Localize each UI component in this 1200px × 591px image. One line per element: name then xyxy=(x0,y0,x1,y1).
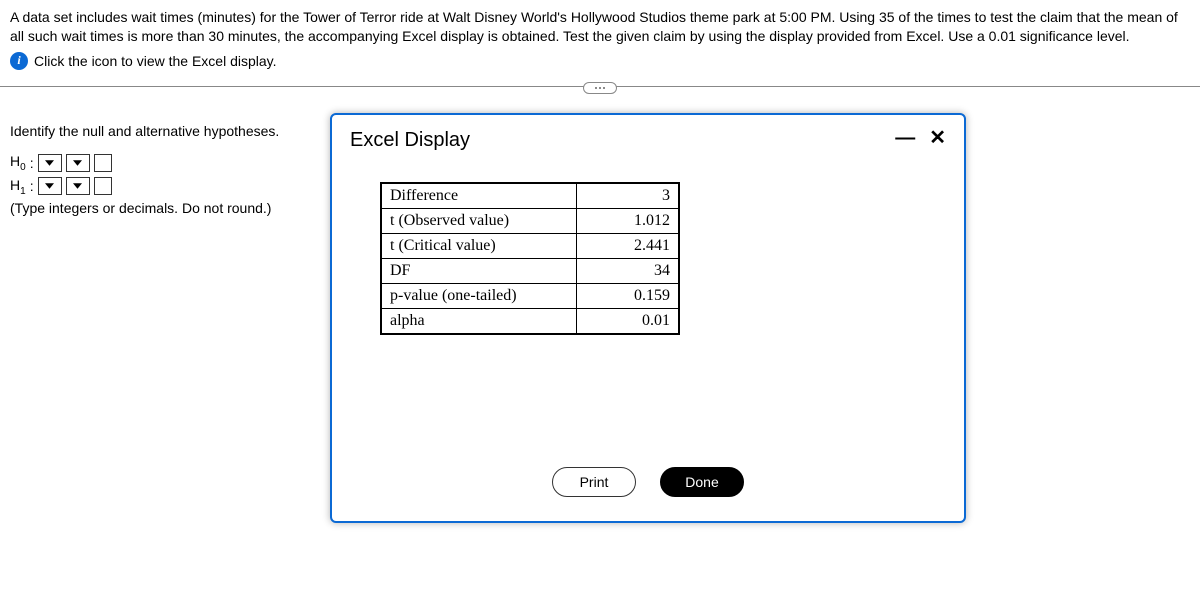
h0-colon: : xyxy=(30,155,34,171)
h0-value-input[interactable] xyxy=(94,154,112,172)
close-button[interactable]: ✕ xyxy=(929,129,946,147)
cell-label: alpha xyxy=(381,308,576,334)
cell-label: t (Critical value) xyxy=(381,233,576,258)
problem-statement: A data set includes wait times (minutes)… xyxy=(10,8,1190,46)
chevron-down-icon xyxy=(45,183,54,189)
cell-label: DF xyxy=(381,258,576,283)
h1-param-dropdown[interactable] xyxy=(38,177,62,195)
excel-display-dialog: Excel Display — ✕ Difference 3 t (Observ… xyxy=(330,113,966,523)
h0-param-dropdown[interactable] xyxy=(38,154,62,172)
cell-value: 2.441 xyxy=(576,233,679,258)
table-row: Difference 3 xyxy=(381,183,679,209)
info-icon[interactable]: i xyxy=(10,52,28,70)
cell-value: 34 xyxy=(576,258,679,283)
h0-row: H0: xyxy=(10,153,320,173)
expand-handle[interactable] xyxy=(583,82,617,94)
cell-value: 0.159 xyxy=(576,283,679,308)
cell-label: Difference xyxy=(381,183,576,209)
hypothesis-prompt: Identify the null and alternative hypoth… xyxy=(10,123,320,139)
cell-label: t (Observed value) xyxy=(381,208,576,233)
h1-value-input[interactable] xyxy=(94,177,112,195)
h1-relation-dropdown[interactable] xyxy=(66,177,90,195)
cell-value: 1.012 xyxy=(576,208,679,233)
cell-label: p-value (one-tailed) xyxy=(381,283,576,308)
excel-output-table: Difference 3 t (Observed value) 1.012 t … xyxy=(380,182,680,335)
table-row: t (Critical value) 2.441 xyxy=(381,233,679,258)
minimize-button[interactable]: — xyxy=(895,129,913,147)
input-note: (Type integers or decimals. Do not round… xyxy=(10,200,320,216)
chevron-down-icon xyxy=(45,160,54,166)
table-row: alpha 0.01 xyxy=(381,308,679,334)
info-row-text: Click the icon to view the Excel display… xyxy=(34,53,277,69)
chevron-down-icon xyxy=(73,183,82,189)
print-button[interactable]: Print xyxy=(552,467,636,497)
table-row: p-value (one-tailed) 0.159 xyxy=(381,283,679,308)
h0-relation-dropdown[interactable] xyxy=(66,154,90,172)
h1-colon: : xyxy=(30,178,34,194)
table-row: DF 34 xyxy=(381,258,679,283)
h1-label: H1 xyxy=(10,177,26,197)
h0-label: H0 xyxy=(10,153,26,173)
cell-value: 3 xyxy=(576,183,679,209)
dialog-title: Excel Display xyxy=(350,129,470,152)
chevron-down-icon xyxy=(73,160,82,166)
h1-row: H1: xyxy=(10,177,320,197)
table-row: t (Observed value) 1.012 xyxy=(381,208,679,233)
done-button[interactable]: Done xyxy=(660,467,744,497)
cell-value: 0.01 xyxy=(576,308,679,334)
